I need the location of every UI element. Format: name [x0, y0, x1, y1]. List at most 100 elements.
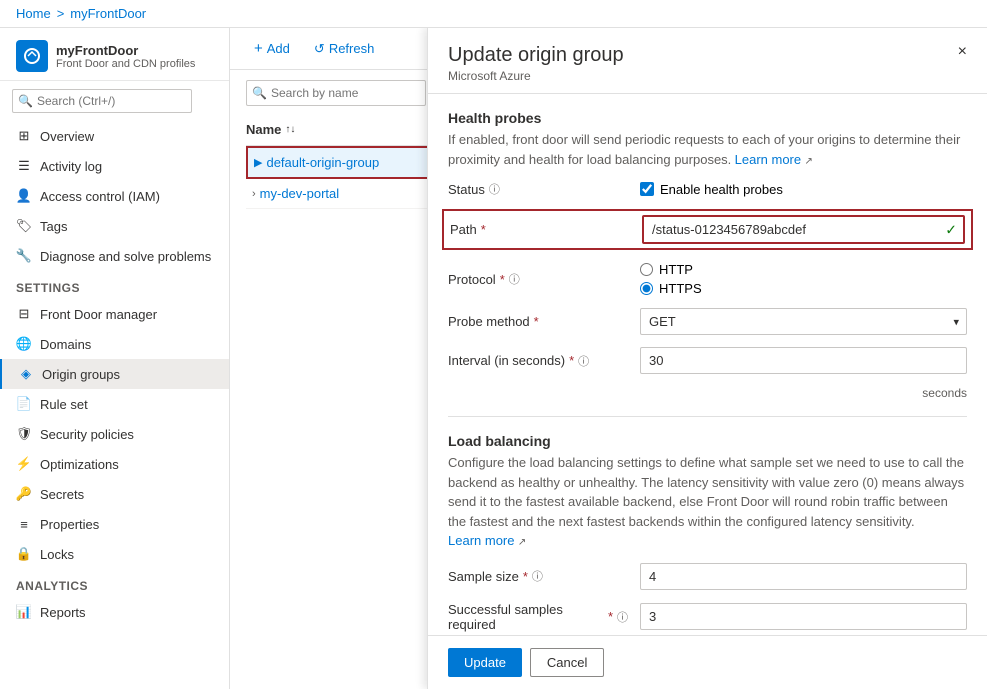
sidebar-item-label: Security policies: [40, 427, 134, 442]
sidebar-item-label: Activity log: [40, 159, 102, 174]
sidebar-item-label: Front Door manager: [40, 307, 157, 322]
item-name: my-dev-portal: [260, 186, 339, 201]
protocol-required: *: [500, 272, 505, 287]
sidebar-item-label: Reports: [40, 605, 86, 620]
successful-samples-input[interactable]: [640, 603, 967, 630]
cancel-button[interactable]: Cancel: [530, 648, 604, 677]
sidebar-item-access-control[interactable]: 👤 Access control (IAM): [0, 181, 229, 211]
sidebar-search-input[interactable]: [12, 89, 192, 113]
sidebar-item-optimizations[interactable]: ⚡ Optimizations: [0, 449, 229, 479]
sidebar-item-overview[interactable]: ⊞ Overview: [0, 121, 229, 151]
sidebar-item-locks[interactable]: 🔒 Locks: [0, 539, 229, 569]
status-row: Status ⓘ Enable health probes: [448, 181, 967, 197]
protocol-control: HTTP HTTPS: [640, 262, 967, 296]
enable-health-probes-checkbox[interactable]: [640, 182, 654, 196]
interval-control: [640, 347, 967, 374]
settings-section-label: Settings: [0, 271, 229, 299]
sidebar-search-wrap: 🔍: [0, 81, 229, 121]
layers-icon: ⊟: [16, 306, 32, 322]
protocol-label: Protocol * ⓘ: [448, 271, 628, 287]
path-check-icon: ✓: [945, 221, 957, 238]
enable-health-probes-control: Enable health probes: [640, 182, 967, 197]
sidebar-item-properties[interactable]: ≡ Properties: [0, 509, 229, 539]
probe-method-select[interactable]: GET HEAD: [640, 308, 967, 335]
refresh-button[interactable]: ↺ Refresh: [306, 37, 382, 61]
probe-method-label: Probe method *: [448, 314, 628, 329]
add-button[interactable]: + Add: [246, 36, 298, 61]
breadcrumb-home[interactable]: Home: [16, 6, 51, 21]
refresh-icon: ↺: [314, 41, 325, 57]
sort-icon: ↑↓: [285, 124, 295, 135]
analytics-section-label: Analytics: [0, 569, 229, 597]
path-label: Path *: [450, 222, 630, 237]
sidebar-item-origin-groups[interactable]: ◈ Origin groups: [0, 359, 229, 389]
props-icon: ≡: [16, 516, 32, 532]
sample-size-label: Sample size * ⓘ: [448, 568, 628, 584]
update-button[interactable]: Update: [448, 648, 522, 677]
rules-icon: 📄: [16, 396, 32, 412]
sidebar-item-label: Tags: [40, 219, 67, 234]
shield-icon: 🛡: [16, 426, 32, 442]
sidebar-header: myFrontDoor Front Door and CDN profiles: [0, 28, 229, 81]
interval-info-icon[interactable]: ⓘ: [578, 353, 589, 369]
https-option[interactable]: HTTPS: [640, 281, 967, 296]
sidebar-item-reports[interactable]: 📊 Reports: [0, 597, 229, 627]
enable-health-probes-label: Enable health probes: [660, 182, 783, 197]
health-probes-learn-more-link[interactable]: Learn more: [735, 152, 801, 167]
sample-size-input[interactable]: [640, 563, 967, 590]
path-required: *: [481, 222, 486, 237]
sidebar-item-secrets[interactable]: 🔑 Secrets: [0, 479, 229, 509]
sidebar-item-label: Optimizations: [40, 457, 119, 472]
list-search-input[interactable]: [246, 80, 426, 106]
origin-icon: ◈: [18, 366, 34, 382]
tag-icon: 🏷: [16, 218, 32, 234]
sidebar-item-domains[interactable]: 🌐 Domains: [0, 329, 229, 359]
sidebar-item-activity-log[interactable]: ☰ Activity log: [0, 151, 229, 181]
interval-input[interactable]: [640, 347, 967, 374]
report-icon: 📊: [16, 604, 32, 620]
https-radio[interactable]: [640, 282, 653, 295]
status-info-icon[interactable]: ⓘ: [489, 181, 500, 197]
grid-icon: ⊞: [16, 128, 32, 144]
update-panel: Update origin group Microsoft Azure × He…: [427, 28, 987, 689]
http-radio[interactable]: [640, 263, 653, 276]
successful-samples-info-icon[interactable]: ⓘ: [617, 609, 628, 625]
protocol-info-icon[interactable]: ⓘ: [509, 271, 520, 287]
sidebar-title-group: myFrontDoor Front Door and CDN profiles: [56, 43, 195, 70]
panel-subtitle: Microsoft Azure: [448, 69, 624, 83]
sample-size-control: [640, 563, 967, 590]
refresh-label: Refresh: [329, 41, 375, 56]
sidebar-item-label: Diagnose and solve problems: [40, 249, 211, 264]
panel-footer: Update Cancel: [428, 635, 987, 689]
sidebar-item-frontdoor-manager[interactable]: ⊟ Front Door manager: [0, 299, 229, 329]
breadcrumb-resource[interactable]: myFrontDoor: [70, 6, 146, 21]
sidebar-item-rule-set[interactable]: 📄 Rule set: [0, 389, 229, 419]
https-label: HTTPS: [659, 281, 702, 296]
sidebar-item-tags[interactable]: 🏷 Tags: [0, 211, 229, 241]
list-icon: ☰: [16, 158, 32, 174]
sidebar-search-icon: 🔍: [18, 94, 33, 108]
sidebar-item-diagnose[interactable]: 🔧 Diagnose and solve problems: [0, 241, 229, 271]
successful-samples-required: *: [608, 609, 613, 624]
protocol-row: Protocol * ⓘ HTTP HTTPS: [448, 262, 967, 296]
status-label: Status ⓘ: [448, 181, 628, 197]
external-link-icon: ↗: [804, 156, 812, 167]
panel-close-button[interactable]: ×: [958, 44, 967, 60]
sample-size-info-icon[interactable]: ⓘ: [532, 568, 543, 584]
interval-required: *: [569, 353, 574, 368]
sidebar-item-label: Access control (IAM): [40, 189, 160, 204]
interval-row: Interval (in seconds) * ⓘ: [448, 347, 967, 374]
panel-title: Update origin group: [448, 44, 624, 67]
load-balancing-learn-more-link[interactable]: Learn more: [448, 533, 514, 548]
optimize-icon: ⚡: [16, 456, 32, 472]
sidebar-item-security-policies[interactable]: 🛡 Security policies: [0, 419, 229, 449]
chevron-right-icon: ▶: [254, 156, 262, 169]
path-input-wrap: ✓: [642, 215, 965, 244]
col-name-header: Name: [246, 122, 281, 137]
sidebar: myFrontDoor Front Door and CDN profiles …: [0, 28, 230, 689]
sample-size-row: Sample size * ⓘ: [448, 563, 967, 590]
successful-samples-control: [640, 603, 967, 630]
http-option[interactable]: HTTP: [640, 262, 967, 277]
path-input[interactable]: [642, 215, 965, 244]
sidebar-item-label: Origin groups: [42, 367, 120, 382]
